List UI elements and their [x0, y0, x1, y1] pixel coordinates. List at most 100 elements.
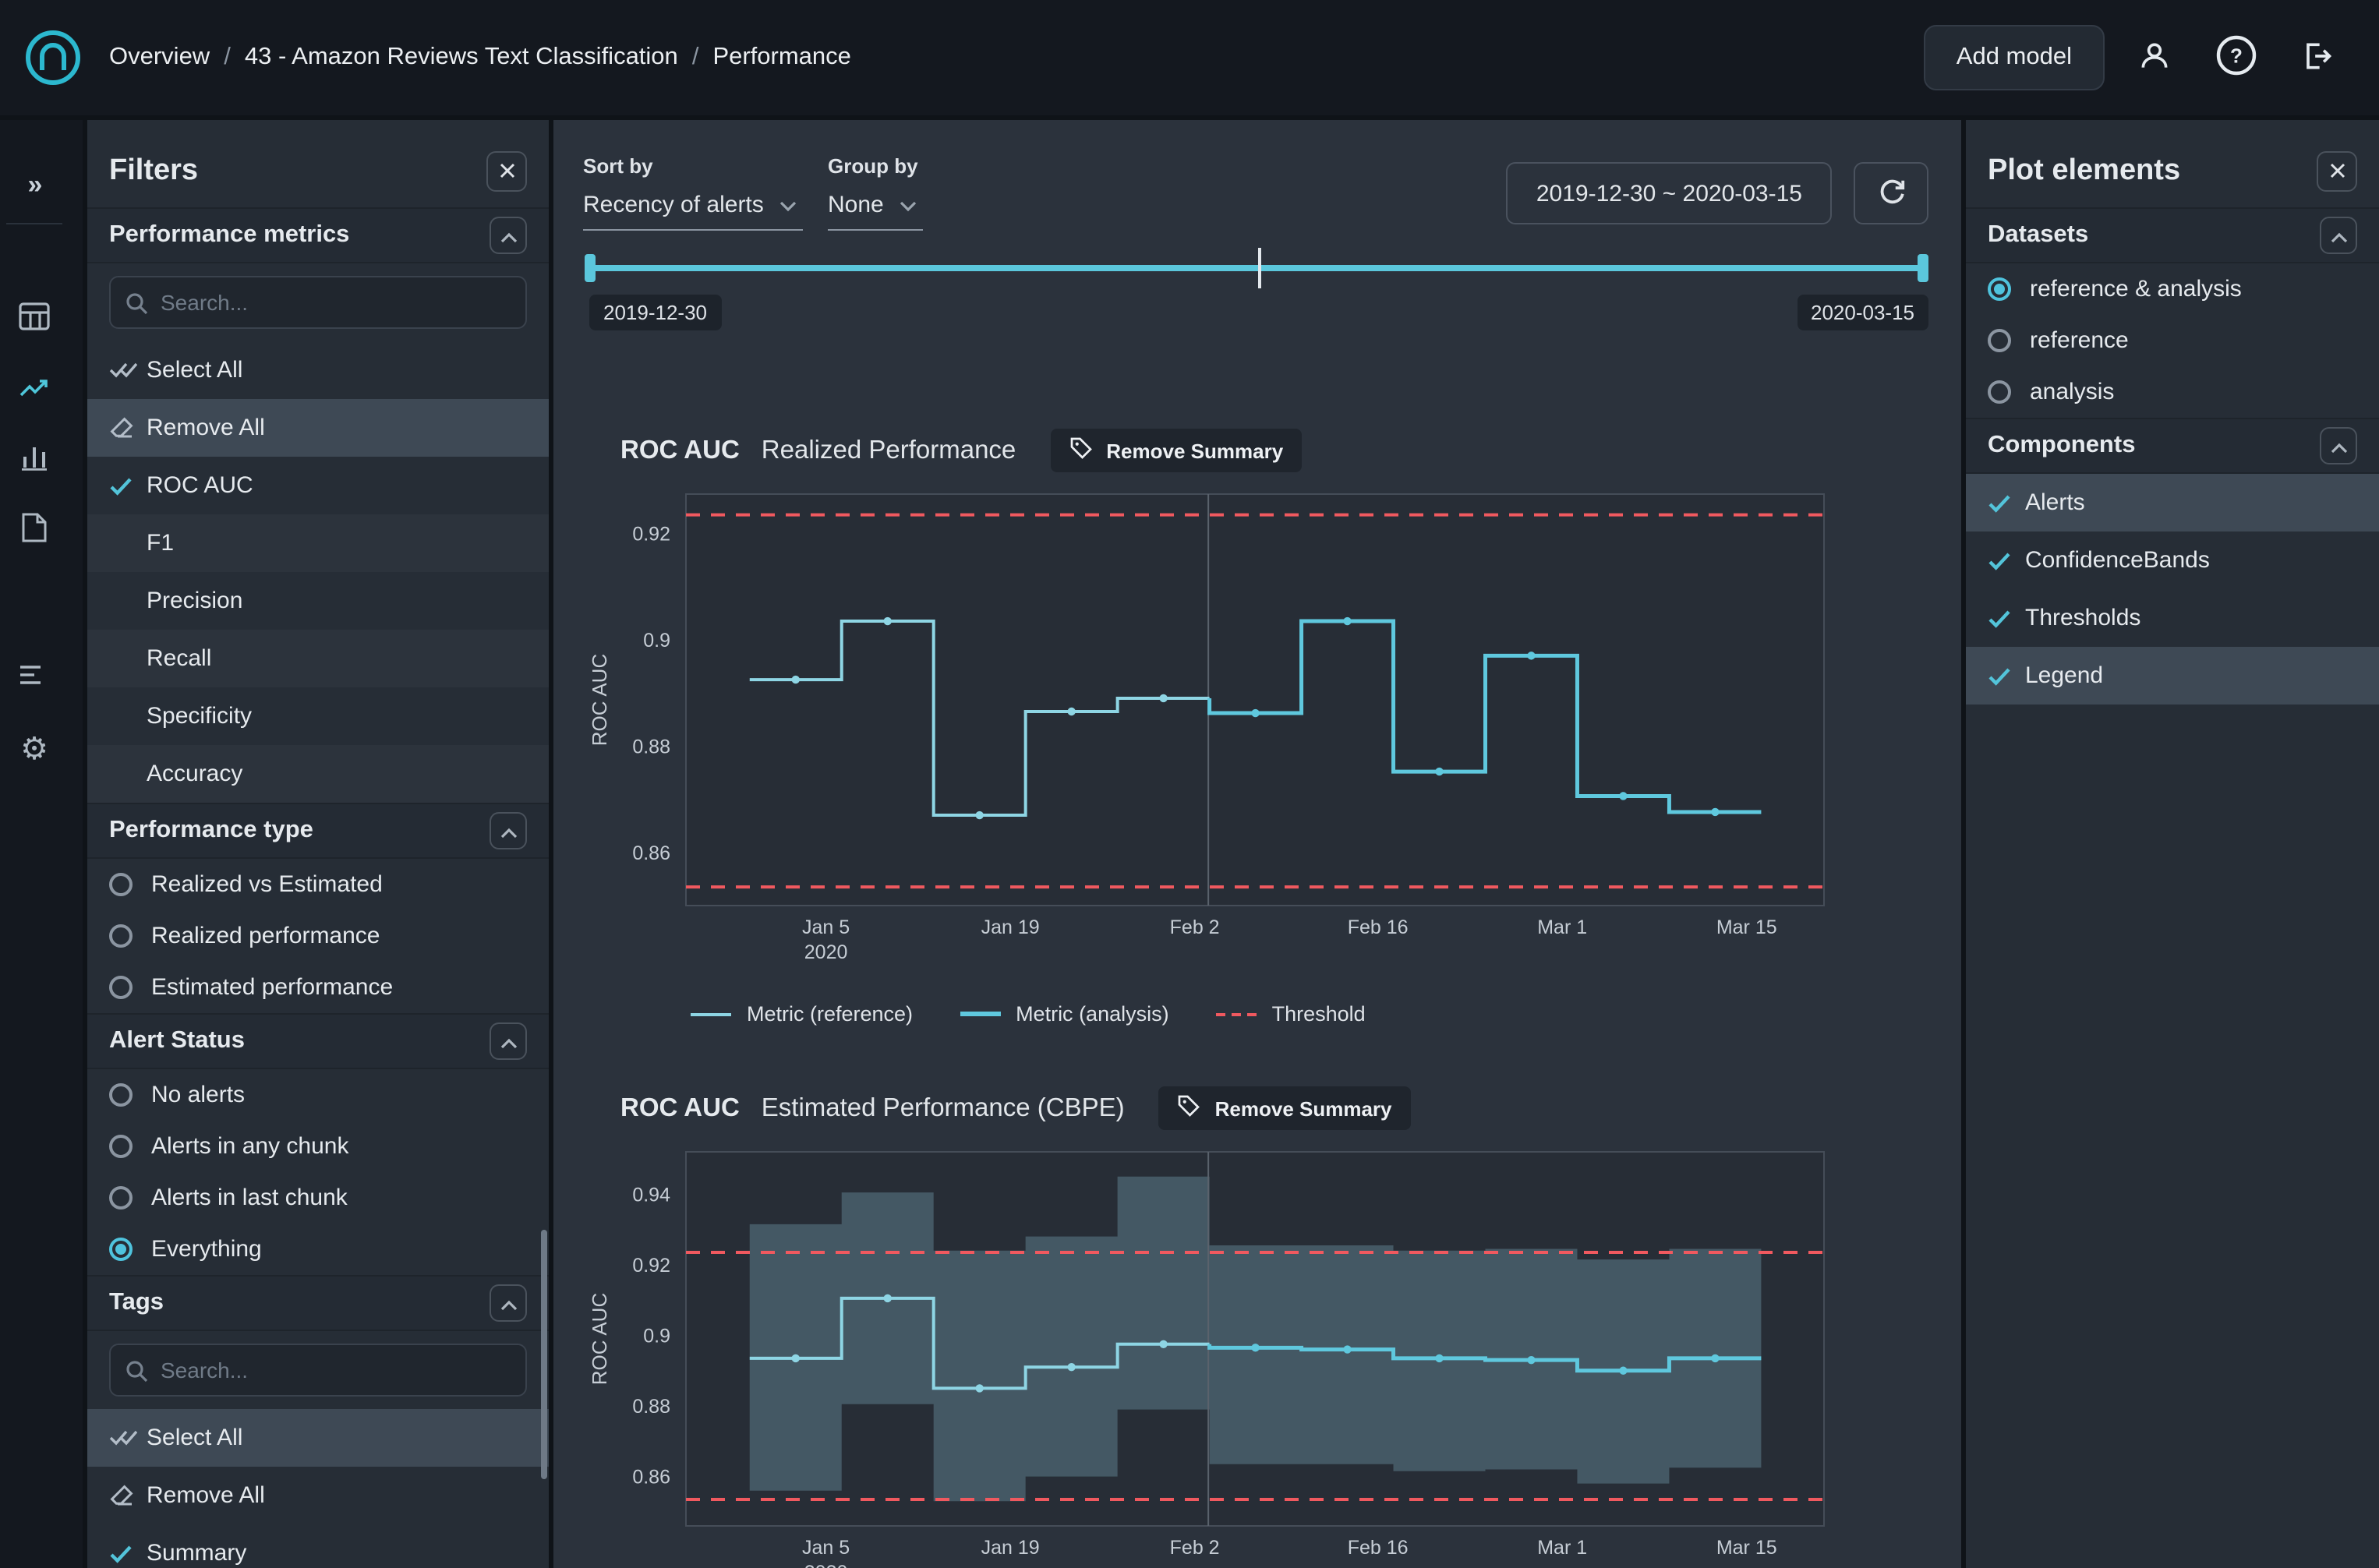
- metric-item-precision[interactable]: Precision: [87, 572, 549, 630]
- section-title: Alert Status: [109, 1027, 245, 1055]
- chart-1-remove-summary-button[interactable]: Remove Summary: [1050, 429, 1302, 472]
- collapse-datasets-button[interactable]: [2320, 217, 2357, 254]
- slider-handle-start[interactable]: [585, 254, 596, 282]
- roc-auc-realized-chart[interactable]: 0.920.90.880.86ROC AUCJan 52020Jan 19Feb…: [585, 482, 1832, 984]
- item-label: ConfidenceBands: [2025, 547, 2210, 574]
- chart-2-title-row: ROC AUC Estimated Performance (CBPE) Rem…: [620, 1086, 1411, 1130]
- metrics-list: Select AllRemove AllROC AUC F1 PrecisionRe…: [87, 341, 549, 803]
- dataset-analysis[interactable]: analysis: [1966, 366, 2379, 418]
- svg-text:Jan 5: Jan 5: [802, 1537, 850, 1559]
- collapse-tags-button[interactable]: [490, 1284, 527, 1322]
- component-thresholds[interactable]: Thresholds: [1966, 589, 2379, 647]
- radio-label: Estimated performance: [151, 974, 393, 1001]
- radio-label: reference: [2030, 327, 2129, 354]
- breadcrumb-separator: /: [224, 44, 231, 72]
- radio-icon: [1988, 277, 2011, 301]
- tag-item-remove-all[interactable]: Remove All: [87, 1467, 549, 1524]
- section-title: Components: [1988, 432, 2135, 460]
- svg-text:0.92: 0.92: [632, 523, 670, 545]
- help-icon-button[interactable]: ?: [2204, 26, 2267, 89]
- close-filters-button[interactable]: [486, 151, 527, 192]
- alert-status-alerts-in-last-chunk[interactable]: Alerts in last chunk: [87, 1172, 549, 1224]
- chart-1-metric: ROC AUC: [620, 436, 740, 465]
- component-alerts[interactable]: Alerts: [1966, 474, 2379, 531]
- sidebar-expand-icon[interactable]: »: [0, 170, 69, 201]
- svg-text:Mar 1: Mar 1: [1537, 1537, 1587, 1559]
- breadcrumb-item-43-amazon-reviews-text-classification[interactable]: 43 - Amazon Reviews Text Classification: [245, 44, 678, 72]
- metric-item-roc-auc[interactable]: ROC AUC: [87, 457, 549, 514]
- component-legend[interactable]: Legend: [1966, 647, 2379, 705]
- dataset-reference-analysis[interactable]: reference & analysis: [1966, 263, 2379, 315]
- tags-search-input[interactable]: [109, 1344, 527, 1397]
- settings-gear-icon[interactable]: ⚙: [0, 734, 69, 765]
- date-range-button[interactable]: 2019-12-30 ~ 2020-03-15: [1507, 162, 1832, 224]
- item-label: F1: [147, 530, 174, 556]
- add-model-button[interactable]: Add model: [1924, 25, 2105, 90]
- filters-panel: Filters Performance metrics Select AllRe…: [87, 120, 549, 1568]
- performance-type-options: Realized vs EstimatedRealized performanc…: [87, 859, 549, 1013]
- sort-by-select[interactable]: Recency of alerts: [583, 185, 803, 231]
- user-icon-button[interactable]: [2123, 26, 2186, 89]
- report-doc-icon[interactable]: [0, 513, 69, 542]
- logout-icon-button[interactable]: [2285, 26, 2348, 89]
- alert-status-alerts-in-any-chunk[interactable]: Alerts in any chunk: [87, 1121, 549, 1172]
- logs-list-icon[interactable]: [0, 664, 69, 686]
- svg-text:Jan 5: Jan 5: [802, 916, 850, 938]
- svg-text:?: ?: [2229, 44, 2242, 67]
- close-icon: [2328, 160, 2345, 183]
- radio-icon: [109, 924, 133, 948]
- performance-type-realized-vs-estimated[interactable]: Realized vs Estimated: [87, 859, 549, 910]
- chevron-up-icon: [500, 1291, 517, 1315]
- select-all-icon: [109, 360, 147, 380]
- item-label: Alerts: [2025, 489, 2085, 516]
- check-icon: [109, 1544, 147, 1563]
- roc-auc-estimated-chart[interactable]: 0.940.920.90.880.86ROC AUCJan 52020Jan 1…: [585, 1139, 1832, 1568]
- metrics-search-input[interactable]: [109, 276, 527, 329]
- svg-text:Jan 19: Jan 19: [981, 1537, 1040, 1559]
- performance-type-estimated-performance[interactable]: Estimated performance: [87, 962, 549, 1013]
- bar-chart-icon[interactable]: [0, 443, 69, 471]
- refresh-button[interactable]: [1854, 162, 1928, 224]
- radio-icon: [109, 1135, 133, 1158]
- app-logo-icon[interactable]: [22, 26, 84, 89]
- slider-track[interactable]: [585, 265, 1928, 271]
- legend-label: Metric (reference): [747, 1002, 913, 1026]
- slider-handle-end[interactable]: [1918, 254, 1928, 282]
- dataset-reference[interactable]: reference: [1966, 315, 2379, 366]
- chart-1-legend: Metric (reference)Metric (analysis)Thres…: [691, 1002, 1366, 1026]
- sidebar-scrollbar[interactable]: [541, 1230, 547, 1479]
- collapse-alert-status-button[interactable]: [490, 1022, 527, 1060]
- app-viewport: Overview / 43 - Amazon Reviews Text Classi…: [0, 0, 2379, 1568]
- metric-item-f1[interactable]: F1: [87, 514, 549, 572]
- chevron-up-icon: [2330, 434, 2347, 457]
- nav-rail: » ⚙: [0, 120, 83, 1568]
- metric-item-recall[interactable]: Recall: [87, 630, 549, 687]
- component-confidencebands[interactable]: ConfidenceBands: [1966, 531, 2379, 589]
- performance-type-realized-performance[interactable]: Realized performance: [87, 910, 549, 962]
- svg-text:0.86: 0.86: [632, 1467, 670, 1489]
- models-table-icon[interactable]: [0, 302, 69, 330]
- svg-text:Mar 1: Mar 1: [1537, 916, 1587, 938]
- tag-item-select-all[interactable]: Select All: [87, 1409, 549, 1467]
- alert-status-no-alerts[interactable]: No alerts: [87, 1069, 549, 1121]
- performance-trend-icon[interactable]: [0, 373, 69, 401]
- chart-2-remove-summary-button[interactable]: Remove Summary: [1159, 1086, 1411, 1130]
- svg-text:0.88: 0.88: [632, 736, 670, 758]
- collapse-components-button[interactable]: [2320, 427, 2357, 464]
- group-by-select[interactable]: None: [828, 185, 923, 231]
- metric-item-specificity[interactable]: Specificity: [87, 687, 549, 745]
- item-label: Legend: [2025, 662, 2103, 689]
- metric-item-accuracy[interactable]: Accuracy: [87, 745, 549, 803]
- plot-elements-panel: Plot elements Datasets reference & analy…: [1966, 120, 2379, 1568]
- close-plot-elements-button[interactable]: [2317, 151, 2357, 192]
- section-tags: Tags: [87, 1275, 549, 1331]
- svg-text:2020: 2020: [804, 1562, 848, 1568]
- alert-status-everything[interactable]: Everything: [87, 1224, 549, 1275]
- breadcrumb-item-overview[interactable]: Overview: [109, 44, 210, 72]
- metric-item-remove-all[interactable]: Remove All: [87, 399, 549, 457]
- collapse-performance-type-button[interactable]: [490, 812, 527, 849]
- section-title: Performance metrics: [109, 221, 349, 249]
- tag-item-summary[interactable]: Summary: [87, 1524, 549, 1568]
- collapse-performance-metrics-button[interactable]: [490, 217, 527, 254]
- metric-item-select-all[interactable]: Select All: [87, 341, 549, 399]
